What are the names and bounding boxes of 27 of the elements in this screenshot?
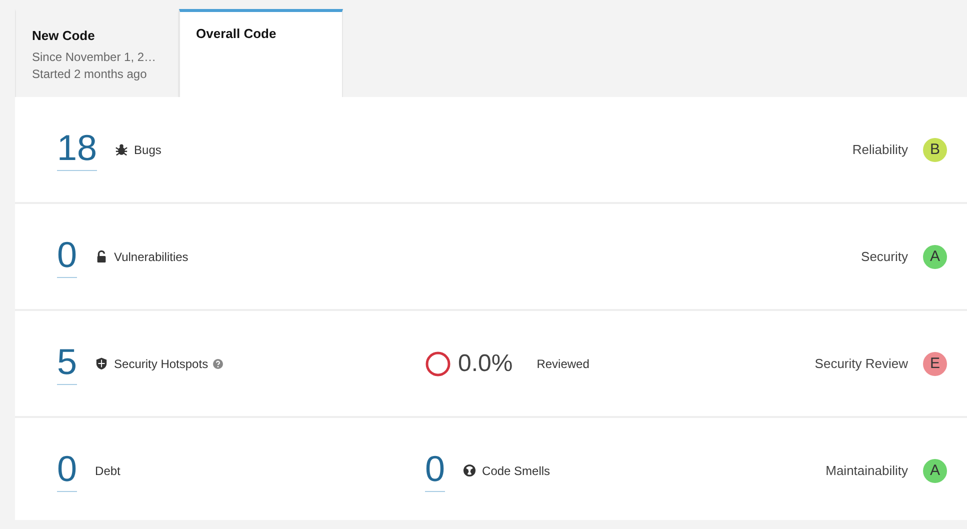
padlock-icon (95, 250, 108, 263)
metric-value-link[interactable]: 0 (57, 235, 78, 278)
metric-value-link[interactable]: 0 (425, 449, 446, 492)
rating-badge[interactable]: E (923, 352, 947, 376)
rating-label: Maintainability (826, 463, 908, 478)
metric-value-link[interactable]: 0 (57, 449, 78, 492)
percent-value: 0.0% (458, 350, 513, 378)
metric-label: Security Hotspots (114, 356, 208, 370)
period-tab[interactable]: Overall Code (179, 9, 343, 97)
shield-icon (95, 357, 108, 370)
rating-label: Security (861, 249, 908, 264)
bug-icon (115, 143, 128, 156)
metric-label: Debt (95, 464, 120, 478)
rating-label: Security Review (814, 356, 908, 371)
metric-label: Bugs (134, 142, 162, 156)
rating-badge[interactable]: A (923, 244, 947, 268)
metric-label: Vulnerabilities (114, 250, 188, 264)
metric-label: Code Smells (482, 464, 550, 478)
rating-badge[interactable]: A (923, 458, 947, 482)
metric-value-link[interactable]: 18 (57, 128, 98, 171)
help-icon[interactable] (213, 358, 224, 368)
metric-label: Reviewed (536, 356, 590, 370)
metric-value-link[interactable]: 5 (57, 342, 78, 385)
ring-icon (425, 350, 451, 376)
period-tab[interactable]: New Code Since November 1, 2… Started 2 months ago (15, 9, 179, 97)
rating-label: Reliability (852, 142, 908, 157)
rating-badge[interactable]: B (923, 138, 947, 162)
